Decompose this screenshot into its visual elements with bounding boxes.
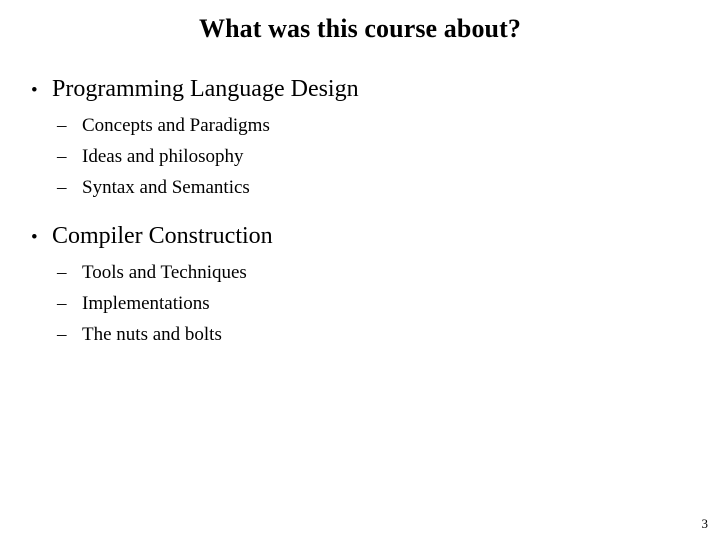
sub-bullet-label: Ideas and philosophy [82, 146, 244, 167]
dash-marker-icon: – [57, 115, 67, 136]
sub-bullet-label: Implementations [82, 293, 210, 314]
sub-bullet-label: The nuts and bolts [82, 324, 222, 345]
bullet-group-1: • Programming Language Design – Concepts… [26, 72, 686, 203]
bullet-label: Programming Language Design [52, 76, 359, 102]
dash-marker-icon: – [57, 324, 67, 345]
sub-bullet-item: – Concepts and Paradigms [26, 110, 686, 141]
dash-marker-icon: – [57, 146, 67, 167]
sub-bullet-item: – Implementations [26, 288, 686, 319]
slide-body: • Programming Language Design – Concepts… [26, 72, 686, 350]
presentation-slide: What was this course about? • Programmin… [0, 0, 720, 540]
bullet-group-2: • Compiler Construction – Tools and Tech… [26, 219, 686, 350]
sub-bullet-label: Tools and Techniques [82, 262, 247, 283]
bullet-dot-icon: • [31, 80, 38, 101]
bullet-item-programming-language-design: • Programming Language Design [26, 72, 686, 108]
bullet-dot-icon: • [31, 227, 38, 248]
sub-bullet-item: – The nuts and bolts [26, 319, 686, 350]
sub-bullet-item: – Syntax and Semantics [26, 172, 686, 203]
sub-bullet-label: Concepts and Paradigms [82, 115, 270, 136]
sub-bullet-list-2: – Tools and Techniques – Implementations… [26, 257, 686, 350]
dash-marker-icon: – [57, 177, 67, 198]
sub-bullet-item: – Ideas and philosophy [26, 141, 686, 172]
sub-bullet-item: – Tools and Techniques [26, 257, 686, 288]
page-title: What was this course about? [199, 14, 521, 43]
sub-bullet-label: Syntax and Semantics [82, 177, 250, 198]
bullet-item-compiler-construction: • Compiler Construction [26, 219, 686, 255]
page-number: 3 [701, 516, 709, 531]
bullet-label: Compiler Construction [52, 223, 273, 249]
dash-marker-icon: – [57, 293, 67, 314]
sub-bullet-list-1: – Concepts and Paradigms – Ideas and phi… [26, 110, 686, 203]
dash-marker-icon: – [57, 262, 67, 283]
